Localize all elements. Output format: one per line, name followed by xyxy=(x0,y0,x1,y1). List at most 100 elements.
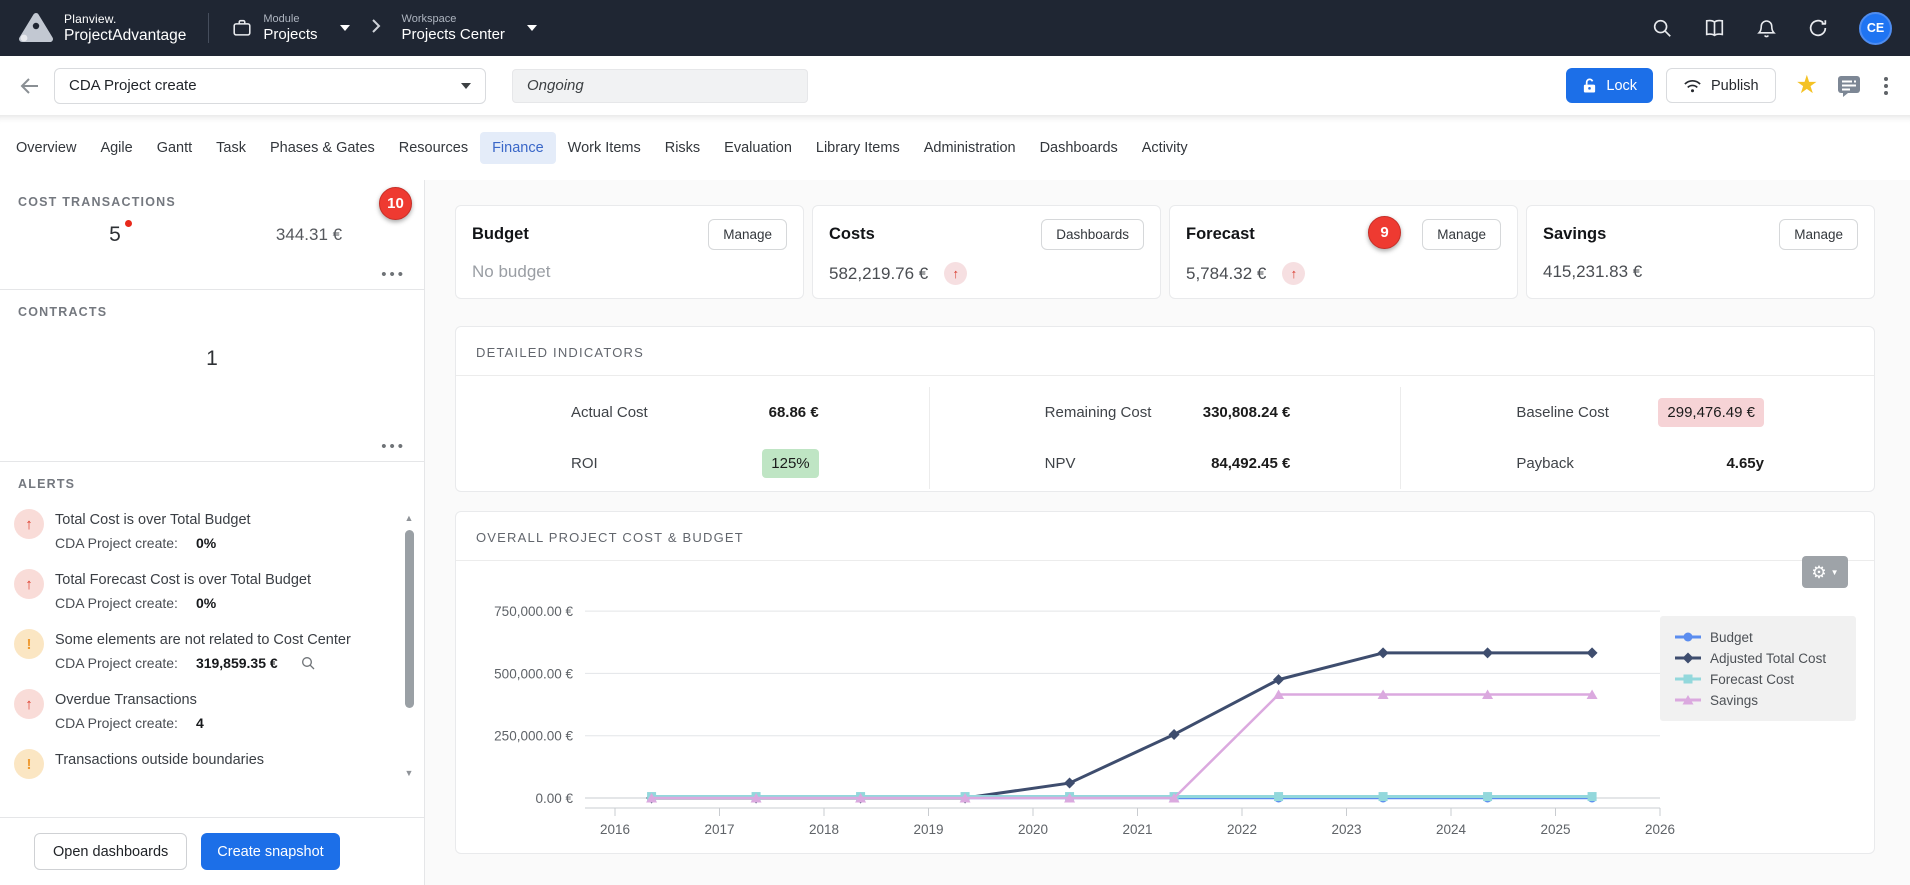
project-status-field[interactable]: Ongoing xyxy=(512,69,808,103)
chevron-down-icon xyxy=(340,25,350,31)
costs-value: 582,219.76 € xyxy=(829,264,928,284)
finance-main: Budget Manage No budget Costs Dashboards… xyxy=(425,180,1910,885)
savings-manage-button[interactable]: Manage xyxy=(1779,219,1858,250)
favorite-star-icon[interactable]: ★ xyxy=(1796,73,1818,98)
alert-warning-icon: ! xyxy=(14,629,44,659)
chevron-down-icon: ▼ xyxy=(1831,568,1839,577)
publish-signal-icon xyxy=(1683,78,1702,94)
costs-card-title: Costs xyxy=(829,225,875,244)
svg-text:2021: 2021 xyxy=(1122,822,1152,837)
tab-risks[interactable]: Risks xyxy=(653,132,712,164)
cost-transactions-menu[interactable]: ••• xyxy=(381,266,406,283)
contracts-menu[interactable]: ••• xyxy=(381,438,406,455)
alerts-list: ↑ Total Cost is over Total Budget CDA Pr… xyxy=(0,500,424,784)
tab-resources[interactable]: Resources xyxy=(387,132,480,164)
user-avatar[interactable]: CE xyxy=(1859,12,1892,45)
chart-settings-button[interactable]: ⚙ ▼ xyxy=(1802,556,1848,588)
alerts-section: ALERTS ↑ Total Cost is over Total Budget… xyxy=(0,462,424,817)
savings-card: Savings Manage 415,231.83 € xyxy=(1526,205,1875,299)
svg-text:2025: 2025 xyxy=(1540,822,1570,837)
project-toolbar: CDA Project create Ongoing Lock Publish … xyxy=(0,56,1910,116)
tab-phases-gates[interactable]: Phases & Gates xyxy=(258,132,387,164)
finance-sidebar: COST TRANSACTIONS 10 5 344.31 € ••• CONT… xyxy=(0,180,425,885)
comments-icon[interactable] xyxy=(1836,74,1862,98)
planview-brand: Planview. ProjectAdvantage xyxy=(18,12,186,45)
alert-up-arrow-icon: ↑ xyxy=(14,689,44,719)
tab-library-items[interactable]: Library Items xyxy=(804,132,912,164)
back-arrow-icon[interactable] xyxy=(18,74,42,98)
alert-item: ! Some elements are not related to Cost … xyxy=(0,620,392,680)
alert-item: ↑ Overdue Transactions CDA Project creat… xyxy=(0,680,392,740)
search-icon[interactable] xyxy=(1651,17,1673,39)
top-navigation-bar: Planview. ProjectAdvantage Module Projec… xyxy=(0,0,1910,56)
module-tab-bar: Overview Agile Gantt Task Phases & Gates… xyxy=(0,116,1910,180)
module-label: Module xyxy=(263,13,317,25)
summary-cards-row: Budget Manage No budget Costs Dashboards… xyxy=(455,205,1875,297)
tab-gantt[interactable]: Gantt xyxy=(145,132,204,164)
project-name-select[interactable]: CDA Project create xyxy=(54,68,486,104)
forecast-card-title: Forecast xyxy=(1186,225,1255,244)
svg-text:2024: 2024 xyxy=(1436,822,1467,837)
tab-agile[interactable]: Agile xyxy=(88,132,144,164)
legend-item-adjusted-total-cost[interactable]: Adjusted Total Cost xyxy=(1674,650,1842,666)
chart-title: OVERALL PROJECT COST & BUDGET xyxy=(476,530,744,545)
svg-text:2026: 2026 xyxy=(1645,822,1675,837)
budget-card-title: Budget xyxy=(472,225,529,244)
publish-button[interactable]: Publish xyxy=(1666,68,1776,103)
unread-dot xyxy=(125,220,132,227)
briefcase-icon xyxy=(231,17,253,39)
svg-text:500,000.00 €: 500,000.00 € xyxy=(494,666,573,681)
svg-text:2018: 2018 xyxy=(809,822,839,837)
tab-evaluation[interactable]: Evaluation xyxy=(712,132,804,164)
cost-transactions-amount: 344.31 € xyxy=(276,225,342,245)
alert-search-icon[interactable] xyxy=(300,655,316,671)
indicator-remaining-cost: Remaining Cost 330,808.24 € xyxy=(929,387,1402,438)
legend-item-savings[interactable]: Savings xyxy=(1674,692,1842,708)
legend-item-forecast-cost[interactable]: Forecast Cost xyxy=(1674,671,1842,687)
scrollbar-down-icon[interactable]: ▼ xyxy=(405,769,414,778)
savings-card-title: Savings xyxy=(1543,225,1606,244)
tab-dashboards[interactable]: Dashboards xyxy=(1028,132,1130,164)
refresh-icon[interactable] xyxy=(1807,17,1829,39)
help-book-icon[interactable] xyxy=(1703,17,1726,39)
legend-item-budget[interactable]: Budget xyxy=(1674,629,1842,645)
brand-line2: ProjectAdvantage xyxy=(64,27,186,45)
alerts-scrollbar[interactable]: ▲ ▼ xyxy=(402,514,416,778)
workspace-value: Projects Center xyxy=(402,26,505,43)
publish-label: Publish xyxy=(1711,78,1759,94)
alert-warning-icon: ! xyxy=(14,749,44,779)
roi-highlight: 125% xyxy=(762,449,818,478)
tab-administration[interactable]: Administration xyxy=(912,132,1028,164)
savings-value: 415,231.83 € xyxy=(1543,262,1858,282)
tab-activity[interactable]: Activity xyxy=(1130,132,1200,164)
workspace-selector[interactable]: Workspace Projects Center xyxy=(402,13,537,43)
forecast-manage-button[interactable]: Manage xyxy=(1422,219,1501,250)
indicator-npv: NPV 84,492.45 € xyxy=(929,438,1402,489)
tab-finance[interactable]: Finance xyxy=(480,132,556,164)
trend-up-icon: ↑ xyxy=(944,262,967,285)
costs-card: Costs Dashboards 582,219.76 € ↑ xyxy=(812,205,1161,299)
cost-transactions-badge: 10 xyxy=(379,187,412,220)
open-dashboards-button[interactable]: Open dashboards xyxy=(34,833,187,870)
brand-line1: Planview. xyxy=(64,12,186,26)
lock-label: Lock xyxy=(1606,78,1637,94)
unlock-icon xyxy=(1582,77,1597,94)
notifications-bell-icon[interactable] xyxy=(1756,17,1777,39)
tab-overview[interactable]: Overview xyxy=(4,132,88,164)
tab-work-items[interactable]: Work Items xyxy=(556,132,653,164)
lock-button[interactable]: Lock xyxy=(1566,68,1653,103)
alerts-title: ALERTS xyxy=(0,477,424,491)
kebab-menu-icon[interactable] xyxy=(1880,73,1892,99)
cost-transactions-title: COST TRANSACTIONS xyxy=(18,195,406,209)
budget-manage-button[interactable]: Manage xyxy=(708,219,787,250)
budget-value: No budget xyxy=(472,262,787,282)
forecast-card: 9 Forecast Manage 5,784.32 € ↑ xyxy=(1169,205,1518,299)
module-selector[interactable]: Module Projects xyxy=(231,13,349,43)
scrollbar-up-icon[interactable]: ▲ xyxy=(405,514,414,523)
costs-dashboards-button[interactable]: Dashboards xyxy=(1041,219,1144,250)
scrollbar-thumb[interactable] xyxy=(405,530,414,708)
tab-task[interactable]: Task xyxy=(204,132,258,164)
create-snapshot-button[interactable]: Create snapshot xyxy=(201,833,339,870)
chart-legend: Budget Adjusted Total Cost Forecast Cost… xyxy=(1660,616,1856,721)
budget-card: Budget Manage No budget xyxy=(455,205,804,299)
